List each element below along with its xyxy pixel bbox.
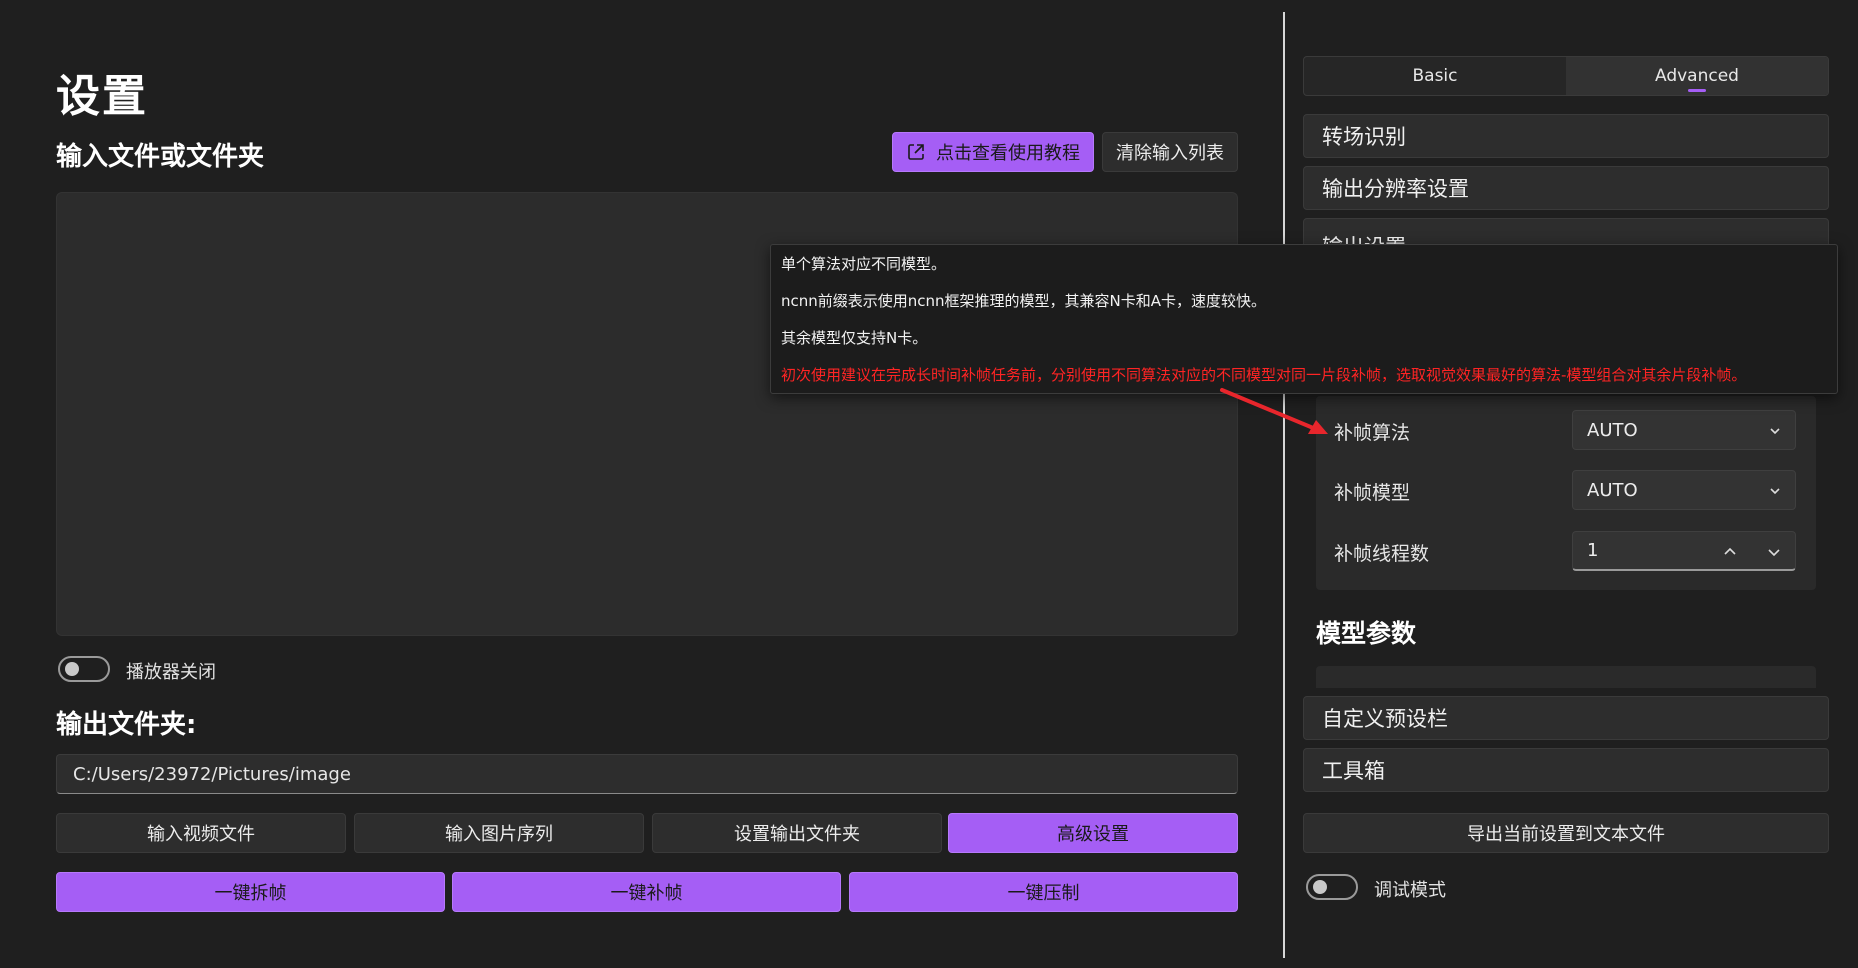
settings-window: 设置 输入文件或文件夹 点击查看使用教程 清除输入列表 播放器关闭 输出文件夹:… [0, 0, 1858, 968]
tab-basic[interactable]: Basic [1304, 57, 1566, 95]
interp-threads-label: 补帧线程数 [1334, 543, 1430, 565]
interpolate-button[interactable]: 一键补帧 [452, 872, 841, 912]
interp-algorithm-combo[interactable]: AUTO [1572, 410, 1796, 450]
scene-detection-expander[interactable]: 转场识别 [1303, 114, 1829, 158]
export-settings-button[interactable]: 导出当前设置到文本文件 [1303, 813, 1829, 853]
annotation-arrow-icon [1220, 388, 1328, 434]
debug-mode-label: 调试模式 [1374, 880, 1446, 901]
tab-advanced[interactable]: Advanced [1566, 57, 1828, 95]
advanced-settings-button[interactable]: 高级设置 [948, 813, 1238, 853]
interp-algorithm-value: AUTO [1587, 419, 1638, 441]
pane-divider[interactable] [1283, 12, 1285, 958]
interp-threads-value: 1 [1587, 540, 1599, 561]
tutorial-button-label: 点击查看使用教程 [936, 143, 1080, 164]
player-toggle-label: 播放器关闭 [126, 662, 216, 683]
interp-model-label: 补帧模型 [1334, 482, 1411, 504]
output-resolution-expander[interactable]: 输出分辨率设置 [1303, 166, 1829, 210]
chevron-down-icon [1770, 428, 1780, 435]
interp-threads-spinbox[interactable]: 1 [1572, 531, 1796, 571]
compress-button[interactable]: 一键压制 [849, 872, 1238, 912]
page-title: 设置 [56, 71, 148, 122]
chevron-up-icon[interactable] [1721, 543, 1739, 561]
custom-preset-expander[interactable]: 自定义预设栏 [1303, 696, 1829, 740]
player-toggle[interactable] [58, 656, 110, 682]
set-output-folder-button[interactable]: 设置输出文件夹 [652, 813, 942, 853]
tutorial-button[interactable]: 点击查看使用教程 [892, 132, 1094, 172]
mode-tabs: Basic Advanced [1303, 56, 1829, 96]
chevron-down-icon [1770, 488, 1780, 495]
model-params-card [1316, 666, 1816, 688]
tooltip-line: 其余模型仅支持N卡。 [781, 329, 928, 347]
input-section-title: 输入文件或文件夹 [56, 142, 265, 172]
tooltip-line: ncnn前缀表示使用ncnn框架推理的模型，其兼容N卡和A卡，速度较快。 [781, 292, 1267, 310]
interp-model-combo[interactable]: AUTO [1572, 470, 1796, 510]
clear-input-list-button[interactable]: 清除输入列表 [1102, 132, 1238, 172]
debug-mode-toggle[interactable] [1306, 874, 1358, 900]
tooltip-line: 单个算法对应不同模型。 [781, 255, 947, 273]
chevron-down-icon[interactable] [1765, 543, 1783, 561]
interp-algorithm-tooltip: 单个算法对应不同模型。 ncnn前缀表示使用ncnn框架推理的模型，其兼容N卡和… [770, 244, 1838, 394]
tooltip-warning: 初次使用建议在完成长时间补帧任务前，分别使用不同算法对应的不同模型对同一片段补帧… [781, 366, 1747, 384]
external-link-icon [908, 144, 924, 160]
extract-frames-button[interactable]: 一键拆帧 [56, 872, 445, 912]
output-path-field[interactable]: C:/Users/23972/Pictures/image [56, 754, 1238, 794]
input-images-button[interactable]: 输入图片序列 [354, 813, 644, 853]
interp-model-value: AUTO [1587, 479, 1638, 501]
input-video-button[interactable]: 输入视频文件 [56, 813, 346, 853]
output-section-title: 输出文件夹: [56, 710, 197, 740]
model-params-title: 模型参数 [1316, 619, 1417, 648]
toolbox-expander[interactable]: 工具箱 [1303, 748, 1829, 792]
interp-algorithm-label: 补帧算法 [1334, 422, 1411, 444]
